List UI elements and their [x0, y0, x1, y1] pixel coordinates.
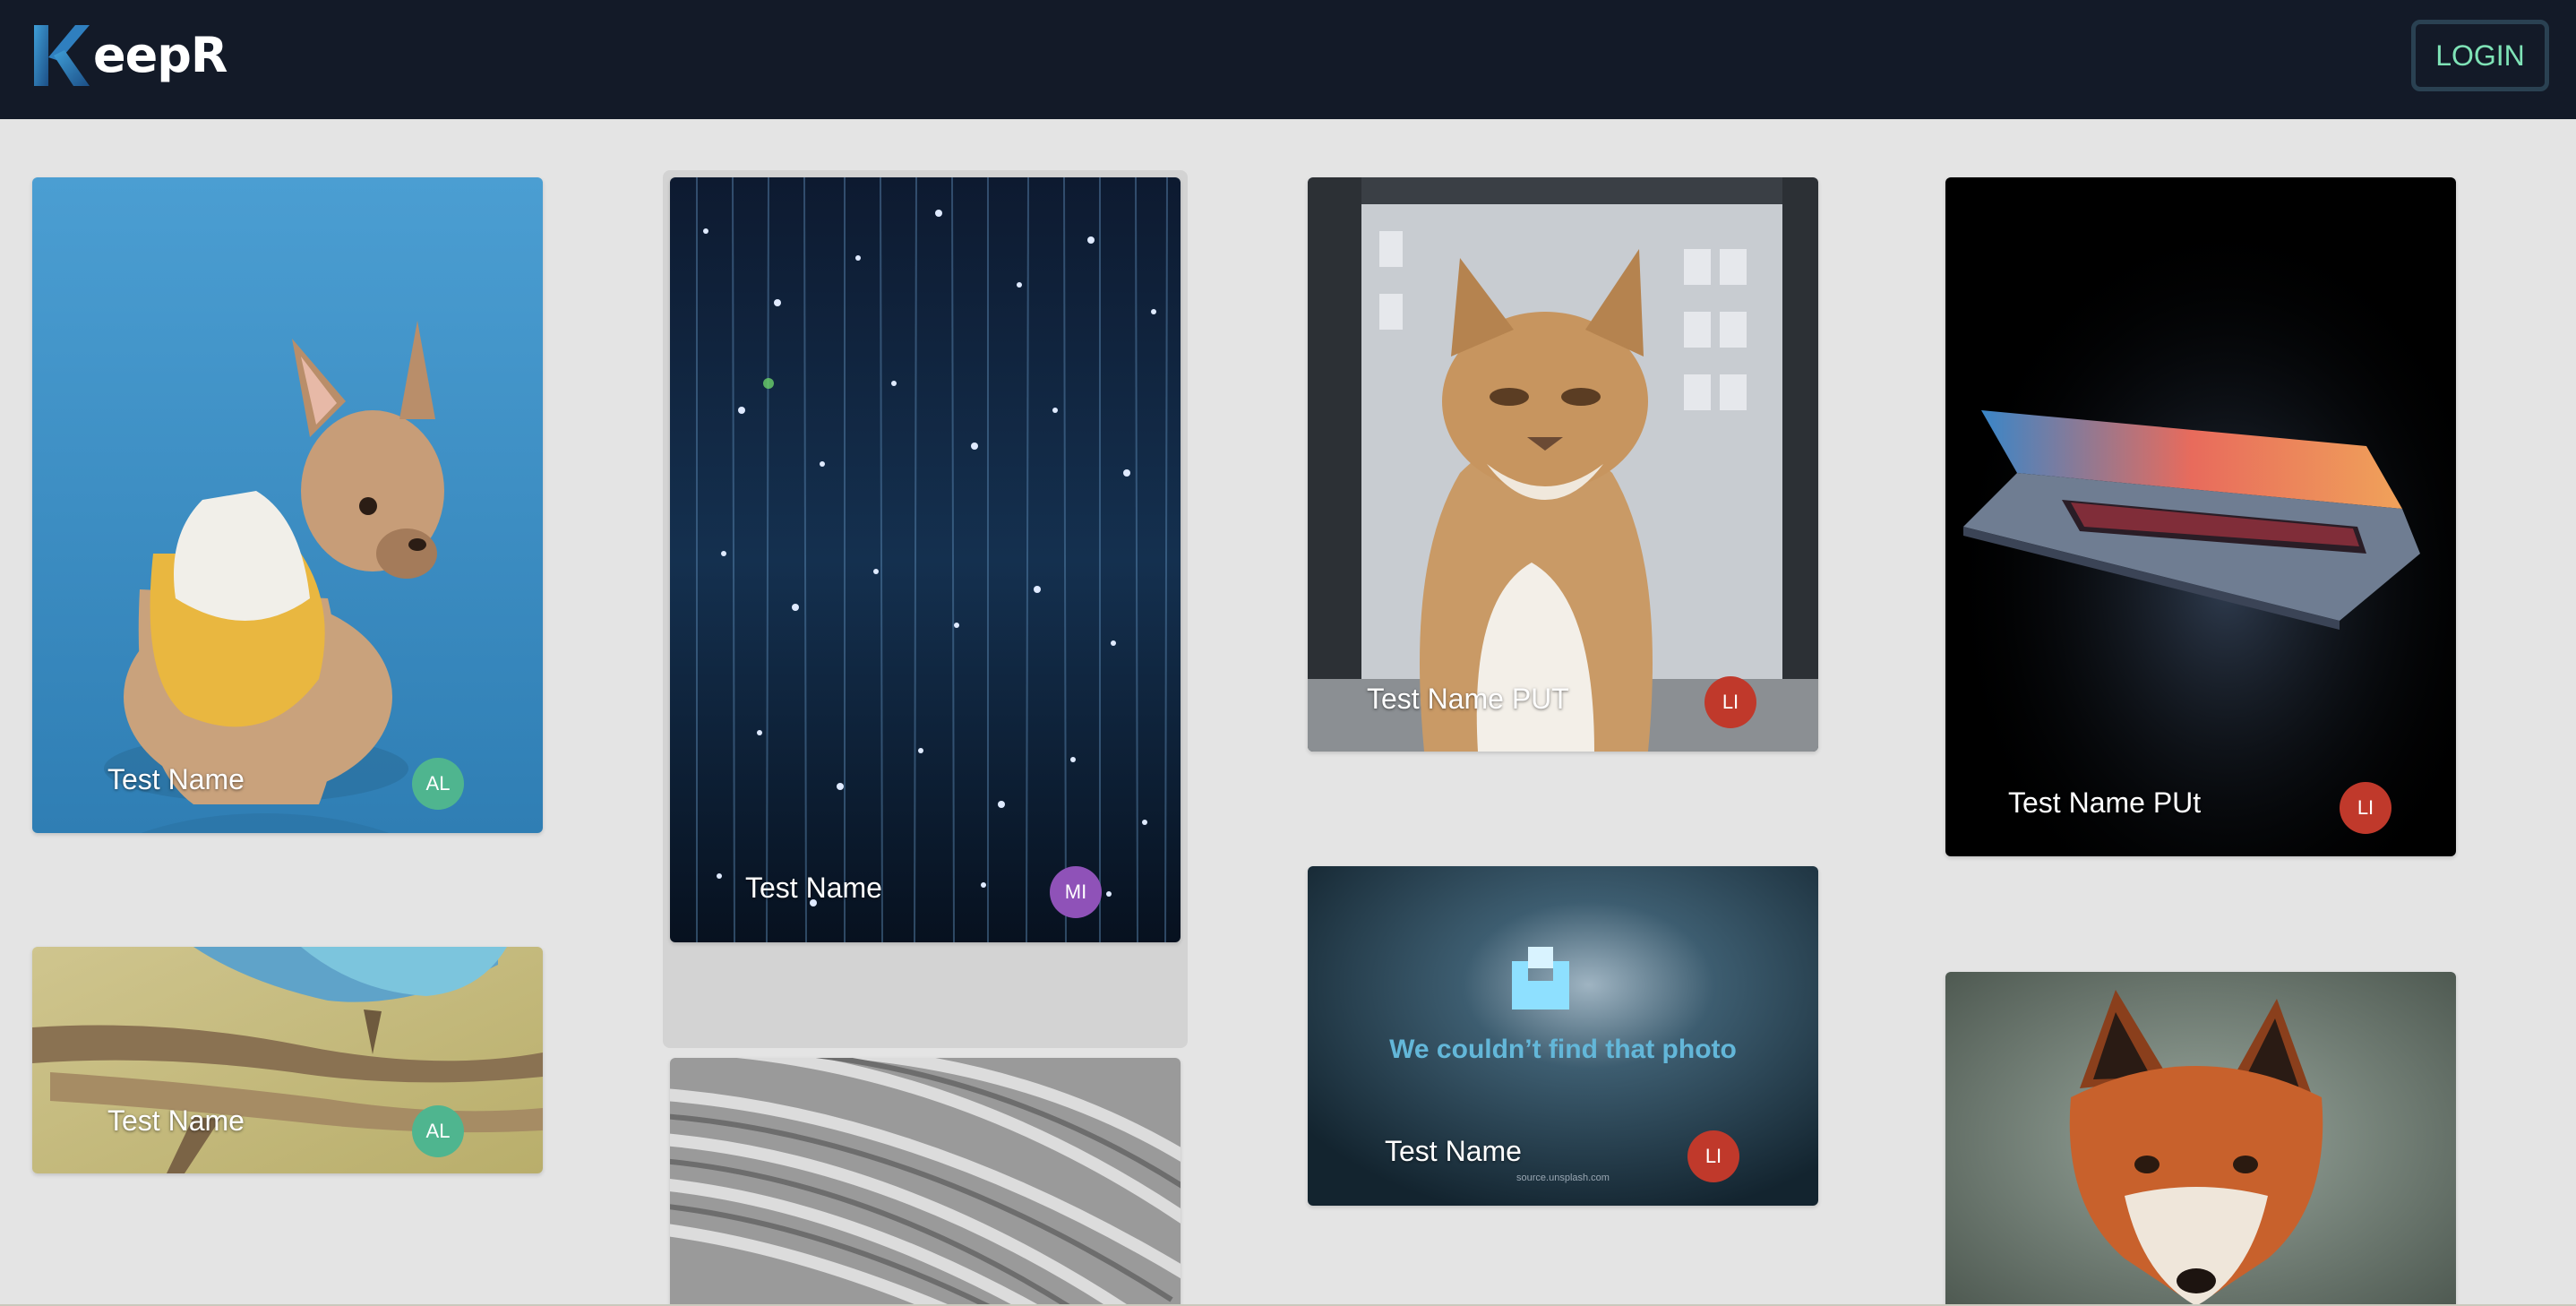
creator-avatar[interactable]: LI	[1687, 1130, 1739, 1182]
creator-avatar[interactable]: MI	[1050, 866, 1102, 918]
keep-name: Test Name PUt	[2008, 786, 2202, 819]
keep-name: Test Name	[107, 763, 245, 795]
creator-avatar[interactable]: LI	[1704, 676, 1756, 728]
keep-image	[32, 177, 543, 833]
keep-card[interactable]: We couldn’t find that photo source.unspl…	[1308, 866, 1818, 1206]
creator-avatar[interactable]: LI	[2340, 782, 2391, 834]
creator-avatar[interactable]: AL	[412, 1105, 464, 1157]
keep-card[interactable]: Test Name MI	[670, 177, 1181, 942]
keep-image	[670, 177, 1181, 942]
keep-name: Test Name	[745, 872, 882, 904]
keep-card[interactable]	[1945, 972, 2456, 1306]
keep-image	[32, 947, 543, 1173]
keep-image	[1945, 177, 2456, 856]
not-found-source: source.unsplash.com	[1516, 1173, 1610, 1183]
keep-card[interactable]: Test Name PUt LI	[1945, 177, 2456, 856]
keep-card[interactable]	[670, 1058, 1181, 1306]
brand-name: eepR	[93, 27, 228, 83]
keep-image	[1308, 177, 1818, 752]
creator-avatar[interactable]: AL	[412, 758, 464, 810]
keep-image	[670, 1058, 1181, 1306]
keep-name: Test Name	[107, 1104, 245, 1137]
keep-card[interactable]: Test Name AL	[32, 177, 543, 833]
not-found-title: We couldn’t find that photo	[1389, 1035, 1737, 1064]
keep-card[interactable]: Test Name AL	[32, 947, 543, 1173]
keep-card[interactable]: Test Name PUT LI	[1308, 177, 1818, 752]
keep-name: Test Name	[1385, 1135, 1522, 1167]
navbar: eepR LOGIN	[0, 0, 2576, 119]
brand-logo[interactable]: eepR	[32, 23, 228, 88]
keepr-logo-icon	[34, 25, 90, 86]
keep-name: Test Name PUT	[1367, 683, 1569, 715]
keep-image	[1945, 972, 2456, 1306]
login-button[interactable]: LOGIN	[2411, 20, 2549, 91]
